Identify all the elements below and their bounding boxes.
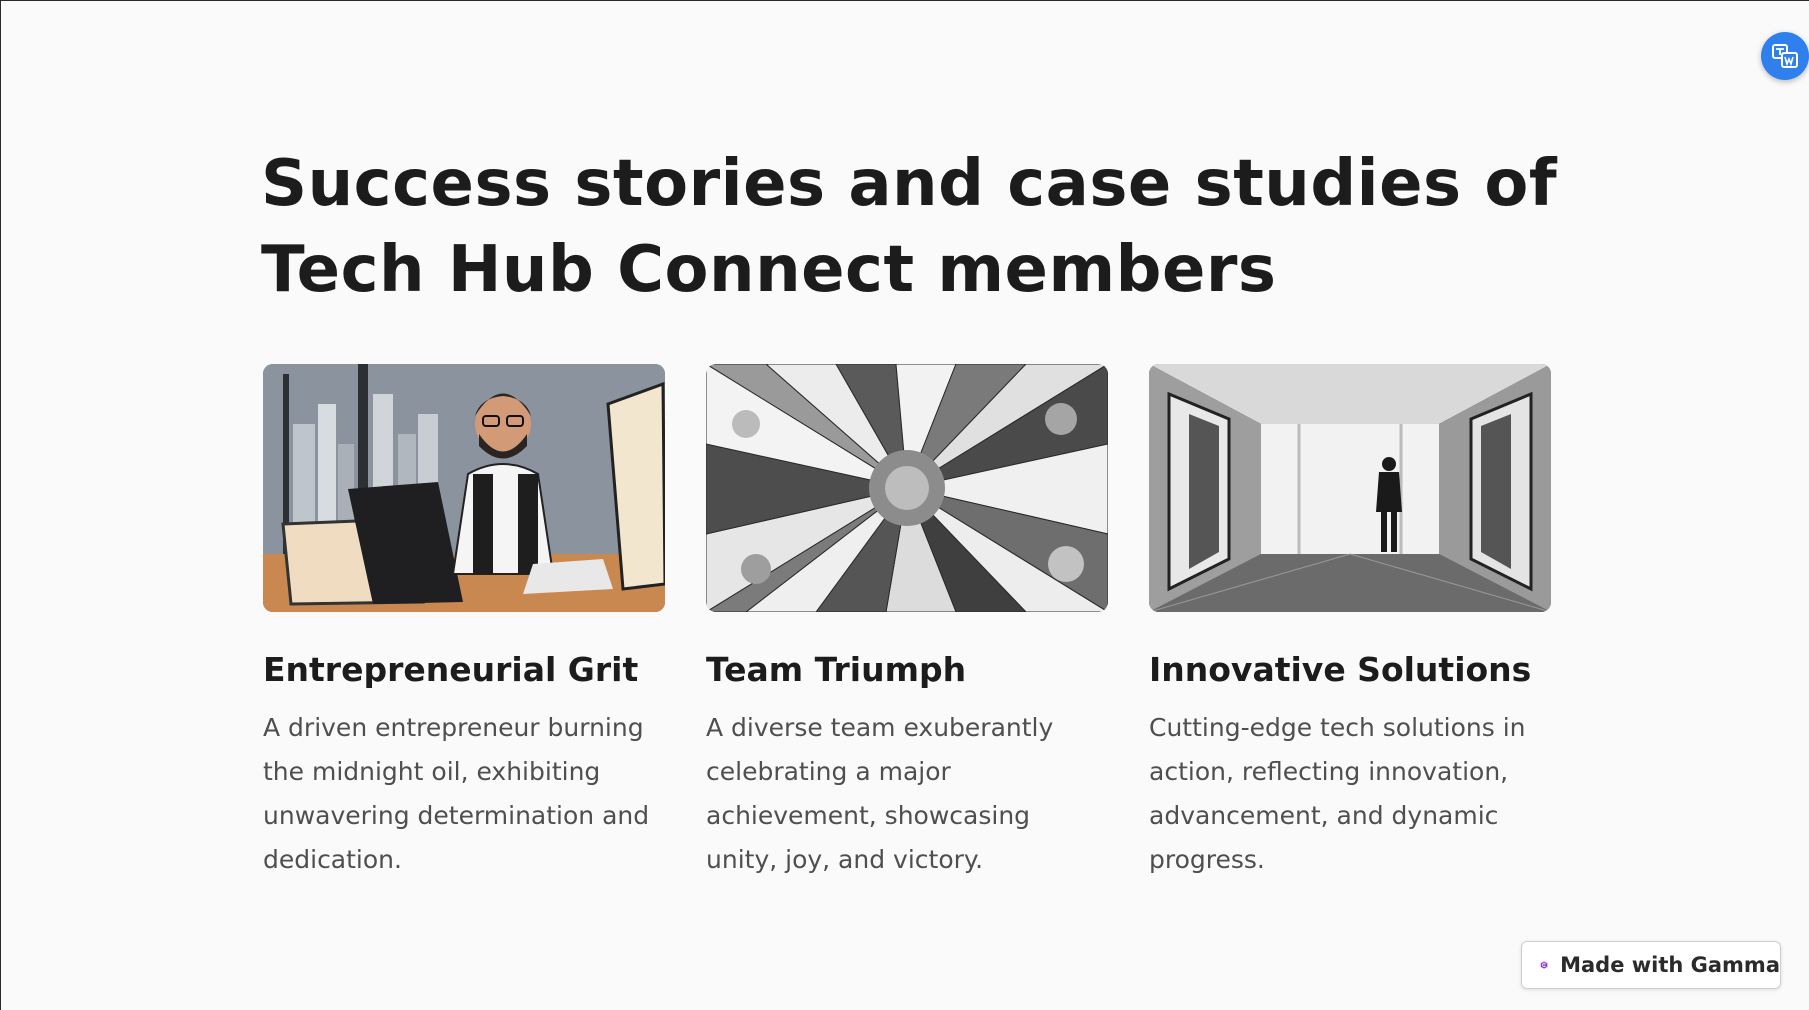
made-with-gamma-badge[interactable]: Made with Gamma — [1521, 941, 1781, 989]
gamma-logo-icon — [1540, 961, 1548, 969]
card-image — [706, 364, 1108, 612]
card-entrepreneurial-grit: Entrepreneurial Grit A driven entreprene… — [263, 364, 665, 882]
card-list: Entrepreneurial Grit A driven entreprene… — [263, 364, 1551, 882]
card-title: Entrepreneurial Grit — [263, 650, 639, 689]
card-description: A diverse team exuberantly celebrating a… — [706, 713, 1054, 874]
card-title: Team Triumph — [706, 650, 967, 689]
card-team-triumph: Team Triumph A diverse team exuberantly … — [706, 364, 1108, 882]
team-hands-together-photo — [706, 364, 1108, 612]
card-description: Cutting-edge tech solutions in action, r… — [1149, 713, 1526, 874]
slide-page: Success stories and case studies of Tech… — [0, 0, 1809, 1010]
card-description: A driven entrepreneur burning the midnig… — [263, 713, 650, 874]
card-innovative-solutions: Innovative Solutions Cutting-edge tech s… — [1149, 364, 1551, 882]
page-title: Success stories and case studies of Tech… — [261, 147, 1558, 307]
badge-label: Made with Gamma — [1560, 953, 1780, 977]
entrepreneur-at-laptop-illustration — [263, 364, 665, 612]
translate-button[interactable] — [1761, 32, 1809, 80]
card-title: Innovative Solutions — [1149, 650, 1532, 689]
card-image — [1149, 364, 1551, 612]
card-image — [263, 364, 665, 612]
translate-icon — [1772, 44, 1798, 68]
futuristic-corridor-photo — [1149, 364, 1551, 612]
